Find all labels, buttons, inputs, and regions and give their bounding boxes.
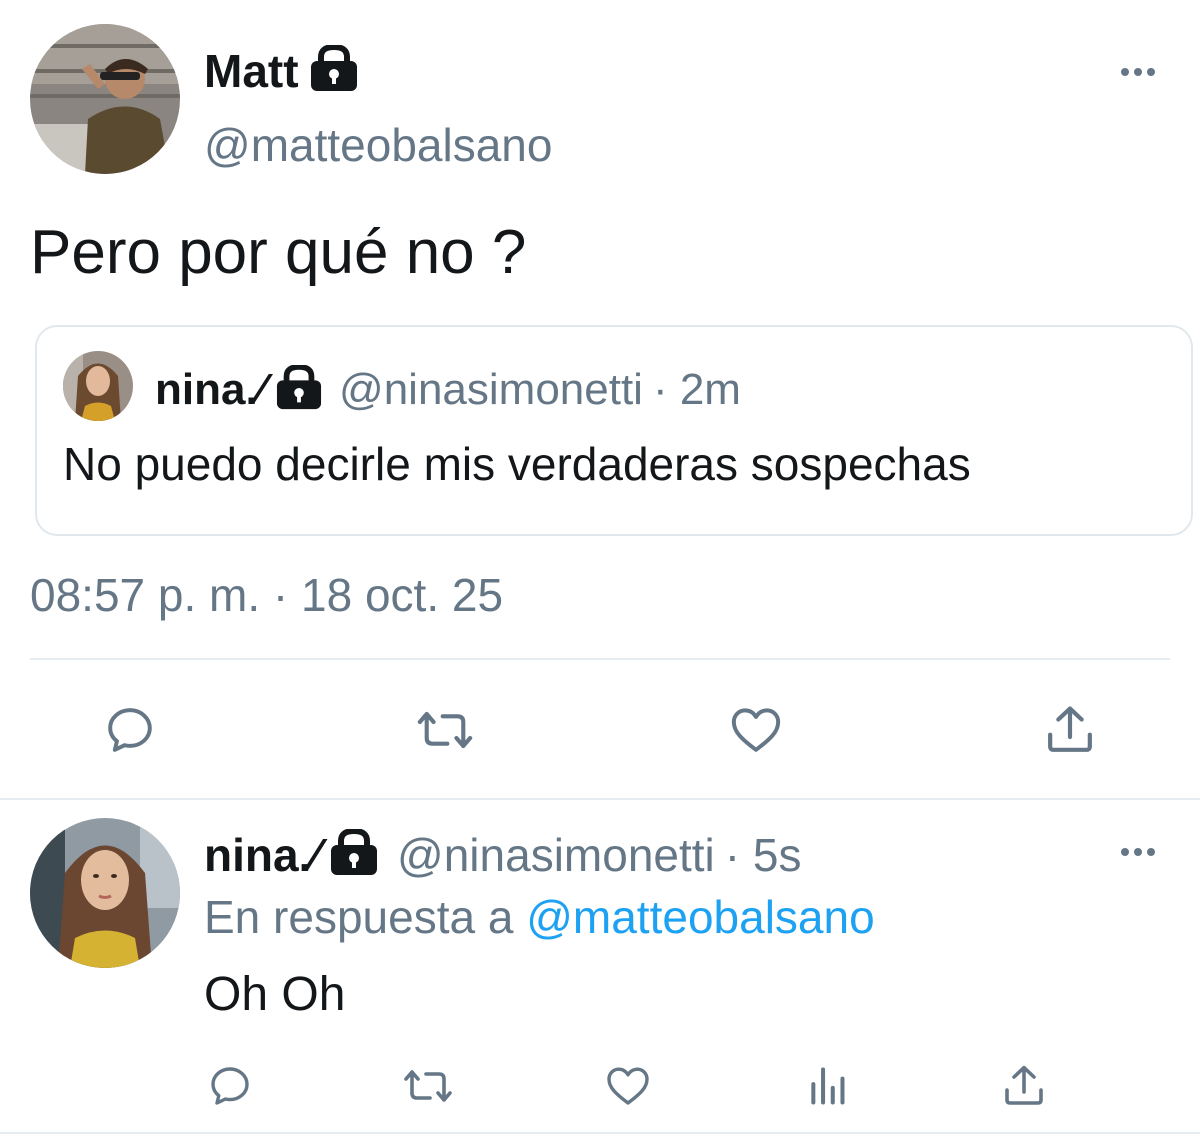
quoted-display-name: nina.⁄ bbox=[155, 365, 266, 414]
quoted-author-row: nina.⁄ @ninasimonetti · 2m bbox=[155, 363, 741, 417]
share-button[interactable] bbox=[1040, 700, 1100, 760]
quoted-tweet[interactable]: nina.⁄ @ninasimonetti · 2m No puedo deci… bbox=[35, 325, 1193, 536]
lock-icon bbox=[275, 363, 323, 416]
reply-button[interactable] bbox=[204, 1060, 256, 1112]
share-icon bbox=[1048, 706, 1092, 752]
share-button[interactable] bbox=[998, 1060, 1050, 1112]
more-menu-button[interactable] bbox=[1114, 60, 1162, 84]
lock-icon bbox=[309, 43, 359, 98]
author-avatar[interactable] bbox=[30, 24, 180, 174]
author-display-name[interactable]: Matt bbox=[204, 44, 299, 98]
reply-text: Oh Oh bbox=[204, 968, 346, 1021]
reply-time: · 5s bbox=[724, 829, 802, 881]
reply-display-name[interactable]: nina.⁄ bbox=[204, 826, 319, 884]
retweet-icon bbox=[417, 711, 473, 749]
avatar-image bbox=[63, 351, 133, 421]
quoted-time: · 2m bbox=[652, 365, 741, 414]
reply-context: En respuesta a @matteobalsano bbox=[204, 888, 875, 946]
tweet-text: Pero por qué no ? bbox=[30, 218, 527, 287]
tweet-separator bbox=[0, 798, 1200, 800]
more-icon-dot bbox=[1134, 848, 1142, 856]
more-icon-dot bbox=[1134, 68, 1142, 76]
avatar-image bbox=[30, 818, 180, 968]
share-icon bbox=[1005, 1065, 1043, 1105]
analytics-button[interactable] bbox=[802, 1060, 854, 1112]
retweet-button[interactable] bbox=[412, 700, 478, 760]
reply-author-avatar[interactable] bbox=[30, 818, 180, 968]
more-icon-dot bbox=[1147, 848, 1155, 856]
quoted-text: No puedo decirle mis verdaderas sospecha… bbox=[63, 438, 971, 490]
reply-more-menu-button[interactable] bbox=[1114, 840, 1162, 864]
reply-icon bbox=[108, 708, 152, 752]
like-icon bbox=[731, 708, 781, 752]
more-icon-dot bbox=[1147, 68, 1155, 76]
lock-icon bbox=[329, 827, 379, 882]
retweet-button[interactable] bbox=[398, 1060, 458, 1112]
author-name-row: Matt bbox=[204, 43, 359, 98]
like-button[interactable] bbox=[602, 1060, 654, 1112]
avatar-image bbox=[30, 24, 180, 174]
more-icon-dot bbox=[1121, 68, 1129, 76]
analytics-icon bbox=[811, 1067, 845, 1105]
reply-button[interactable] bbox=[100, 700, 160, 760]
reply-to-mention[interactable]: @matteobalsano bbox=[526, 891, 874, 943]
author-handle[interactable]: @matteobalsano bbox=[204, 116, 552, 174]
reply-handle[interactable]: @ninasimonetti bbox=[397, 826, 715, 884]
reply-author-row: nina.⁄ @ninasimonetti · 5s bbox=[204, 826, 801, 884]
reply-prefix: En respuesta a bbox=[204, 891, 514, 943]
bottom-divider bbox=[0, 1132, 1200, 1134]
more-icon-dot bbox=[1121, 848, 1129, 856]
quoted-handle: @ninasimonetti bbox=[339, 365, 643, 414]
like-icon bbox=[607, 1067, 649, 1105]
divider bbox=[30, 658, 1170, 660]
reply-icon bbox=[211, 1067, 249, 1105]
tweet-timestamp: 08:57 p. m. · 18 oct. 25 bbox=[30, 569, 504, 621]
quoted-author-avatar bbox=[63, 351, 133, 421]
like-button[interactable] bbox=[726, 700, 786, 760]
retweet-icon bbox=[404, 1070, 452, 1102]
